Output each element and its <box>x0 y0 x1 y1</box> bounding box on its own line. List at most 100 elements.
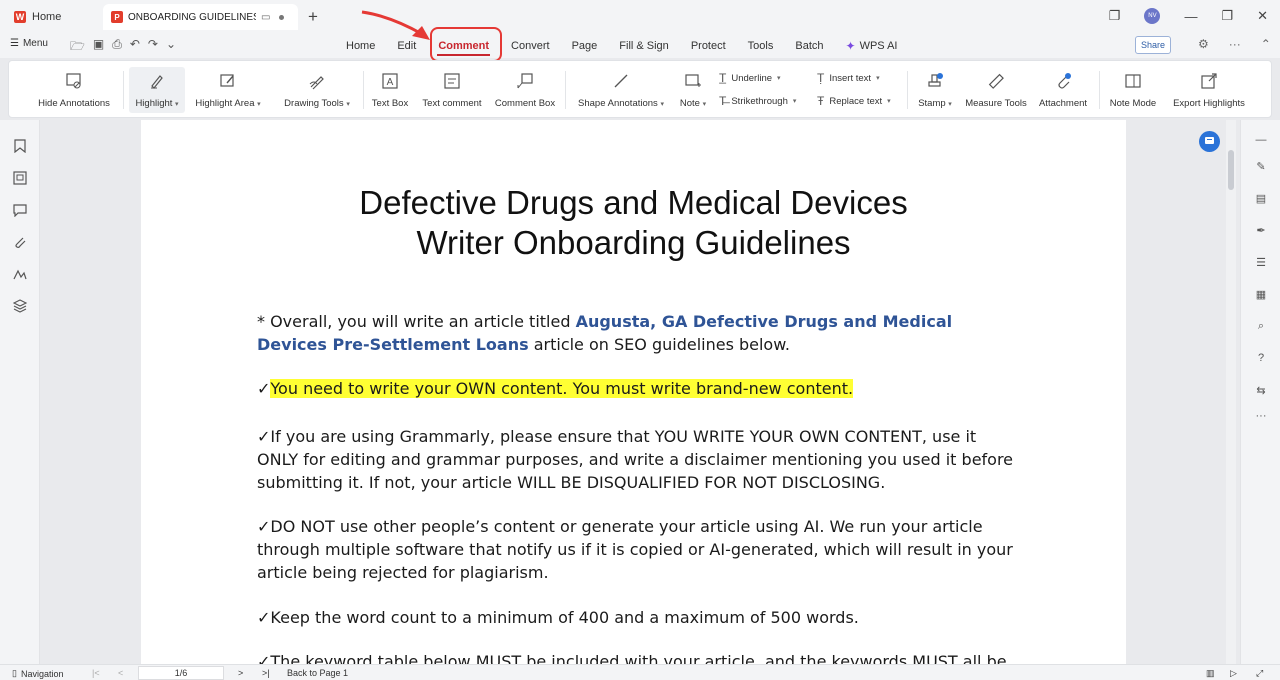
tab-protect[interactable]: Protect <box>680 34 737 58</box>
new-tab-button[interactable]: + <box>308 7 318 27</box>
drawing-tools-text: Drawing Tools <box>284 98 344 109</box>
next-page-button[interactable]: > <box>238 668 243 678</box>
shape-annotations-button[interactable]: Shape Annotations ▾ <box>573 61 669 119</box>
thumbnails-icon[interactable] <box>12 170 28 186</box>
shape-annotations-text: Shape Annotations <box>578 98 658 109</box>
attachment-button[interactable]: Attachment <box>1035 61 1091 119</box>
drawing-tools-label: Drawing Tools ▾ <box>284 98 350 109</box>
read-mode-icon[interactable]: ▥ <box>1206 668 1215 679</box>
replace-text-button[interactable]: Ŧ Replace text ▾ <box>817 94 891 108</box>
print-preview-icon[interactable]: ▦ <box>1253 286 1269 302</box>
hide-annotations-label: Hide Annotations <box>38 98 110 109</box>
monitor-icon[interactable]: ▭ <box>261 12 270 23</box>
avatar[interactable]: NV <box>1144 8 1161 24</box>
pdf-page[interactable]: Defective Drugs and Medical Devices Writ… <box>141 120 1126 664</box>
menu-tabs: Home Edit Comment Convert Page Fill & Si… <box>335 34 908 58</box>
tab-edit[interactable]: Edit <box>386 34 427 58</box>
note-label: Note ▾ <box>680 98 706 109</box>
collapse-dash-icon[interactable]: — <box>1253 132 1269 148</box>
hide-annotations-button[interactable]: Hide Annotations <box>31 61 117 119</box>
document-title-line1: Defective Drugs and Medical Devices <box>359 184 908 221</box>
last-page-button[interactable]: >| <box>262 668 270 678</box>
underline-button[interactable]: T̲ Underline ▾ <box>719 71 781 85</box>
fullscreen-icon[interactable]: ⤢ <box>1256 668 1263 679</box>
settings-gear-icon[interactable]: ⚙ <box>1198 37 1209 51</box>
text-comment-button[interactable]: Text comment <box>417 61 487 119</box>
export-highlights-button[interactable]: Export Highlights <box>1169 61 1249 119</box>
export-icon <box>1199 71 1219 91</box>
document-tab[interactable]: P ONBOARDING GUIDELINES PD ▭ <box>103 4 298 30</box>
assistant-float-button[interactable] <box>1199 131 1220 152</box>
note-button[interactable]: Note ▾ <box>673 61 713 119</box>
save-icon[interactable]: ▣ <box>93 37 104 58</box>
text-box-button[interactable]: A Text Box <box>369 61 411 119</box>
sidebar-toggle-icon: ▯ <box>12 668 17 678</box>
highlight-area-button[interactable]: Highlight Area ▾ <box>191 61 265 119</box>
caret-icon: ▾ <box>702 101 707 108</box>
paragraph-word-count: ✓Keep the word count to a minimum of 400… <box>257 608 859 627</box>
minimize-icon[interactable]: — <box>1184 9 1197 24</box>
strikethrough-button[interactable]: T̶ Strikethrough ▾ <box>719 94 796 108</box>
status-bar: ▯ Navigation |< < 1/6 > >| Back to Page … <box>0 664 1280 680</box>
tab-wps-ai[interactable]: ✦ WPS AI <box>835 34 909 58</box>
highlight-button[interactable]: Highlight ▾ <box>129 67 185 113</box>
share-button[interactable]: Share <box>1135 36 1171 54</box>
document-title-line2: Writer Onboarding Guidelines <box>416 224 851 261</box>
help-icon[interactable]: ? <box>1253 350 1269 366</box>
collapse-ribbon-icon[interactable]: ⌃ <box>1261 37 1271 51</box>
tab-page[interactable]: Page <box>561 34 609 58</box>
scrollbar-thumb[interactable] <box>1228 150 1234 190</box>
tab-tools[interactable]: Tools <box>737 34 785 58</box>
navigation-toggle[interactable]: ▯ Navigation <box>12 668 63 679</box>
restore-pane-icon[interactable]: ❐ <box>1109 8 1121 24</box>
open-folder-icon[interactable]: 🗁 <box>70 37 85 58</box>
note-mode-button[interactable]: Note Mode <box>1105 61 1161 119</box>
tab-comment[interactable]: Comment <box>427 34 500 58</box>
ribbon-divider <box>565 71 566 109</box>
unsaved-dot-icon[interactable] <box>279 14 285 20</box>
prev-page-button[interactable]: < <box>118 668 123 678</box>
document-info-icon[interactable]: ▤ <box>1253 190 1269 206</box>
undo-icon[interactable]: ↶ <box>130 37 140 58</box>
tab-home[interactable]: Home <box>335 34 386 58</box>
highlighted-text[interactable]: You need to write your OWN content. You … <box>270 379 854 398</box>
overview-prefix: * Overall, you will write an article tit… <box>257 312 576 331</box>
ruler-icon <box>986 71 1006 91</box>
signature-panel-icon[interactable] <box>12 266 28 282</box>
edit-properties-icon[interactable]: ✎ <box>1253 158 1269 174</box>
tab-batch[interactable]: Batch <box>784 34 834 58</box>
tab-convert[interactable]: Convert <box>500 34 561 58</box>
tab-fill-sign[interactable]: Fill & Sign <box>608 34 680 58</box>
comments-panel-icon[interactable] <box>12 202 28 218</box>
drawing-tools-button[interactable]: Drawing Tools ▾ <box>279 61 355 119</box>
redo-icon[interactable]: ↷ <box>148 37 158 58</box>
more-options-icon[interactable]: ··· <box>1229 37 1241 51</box>
menu-button[interactable]: ☰ Menu <box>10 38 48 49</box>
comment-box-button[interactable]: Comment Box <box>493 61 557 119</box>
outline-icon[interactable]: ☰ <box>1253 254 1269 270</box>
translate-icon[interactable]: ⇆ <box>1253 382 1269 398</box>
maximize-icon[interactable]: ❐ <box>1221 8 1233 24</box>
print-icon[interactable]: ⎙ <box>112 37 122 58</box>
vertical-scrollbar[interactable] <box>1226 120 1236 664</box>
document-viewport[interactable]: Defective Drugs and Medical Devices Writ… <box>41 120 1224 664</box>
ribbon-divider <box>363 71 364 109</box>
text-comment-label: Text comment <box>422 98 482 109</box>
back-to-page-link[interactable]: Back to Page 1 <box>287 668 348 678</box>
close-icon[interactable]: ✕ <box>1257 8 1268 24</box>
search-icon[interactable]: ⌕ <box>1253 318 1269 334</box>
bookmark-icon[interactable] <box>12 138 28 154</box>
home-tab[interactable]: W Home <box>6 6 98 28</box>
stamp-button[interactable]: Stamp ▾ <box>913 61 957 119</box>
paragraph-no-ai: ✓DO NOT use other people’s content or ge… <box>257 517 1013 582</box>
chevron-down-icon[interactable]: ⌄ <box>166 37 176 58</box>
page-number-input[interactable]: 1/6 <box>138 666 224 680</box>
measure-tools-button[interactable]: Measure Tools <box>963 61 1029 119</box>
insert-text-button[interactable]: Ṭ Insert text ▾ <box>817 71 880 85</box>
play-icon[interactable]: ▷ <box>1230 668 1237 679</box>
attachments-panel-icon[interactable] <box>12 234 28 250</box>
sign-pen-icon[interactable]: ✒ <box>1253 222 1269 238</box>
more-icon[interactable]: ··· <box>1253 408 1269 424</box>
layers-icon[interactable] <box>12 298 28 314</box>
first-page-button[interactable]: |< <box>92 668 100 678</box>
